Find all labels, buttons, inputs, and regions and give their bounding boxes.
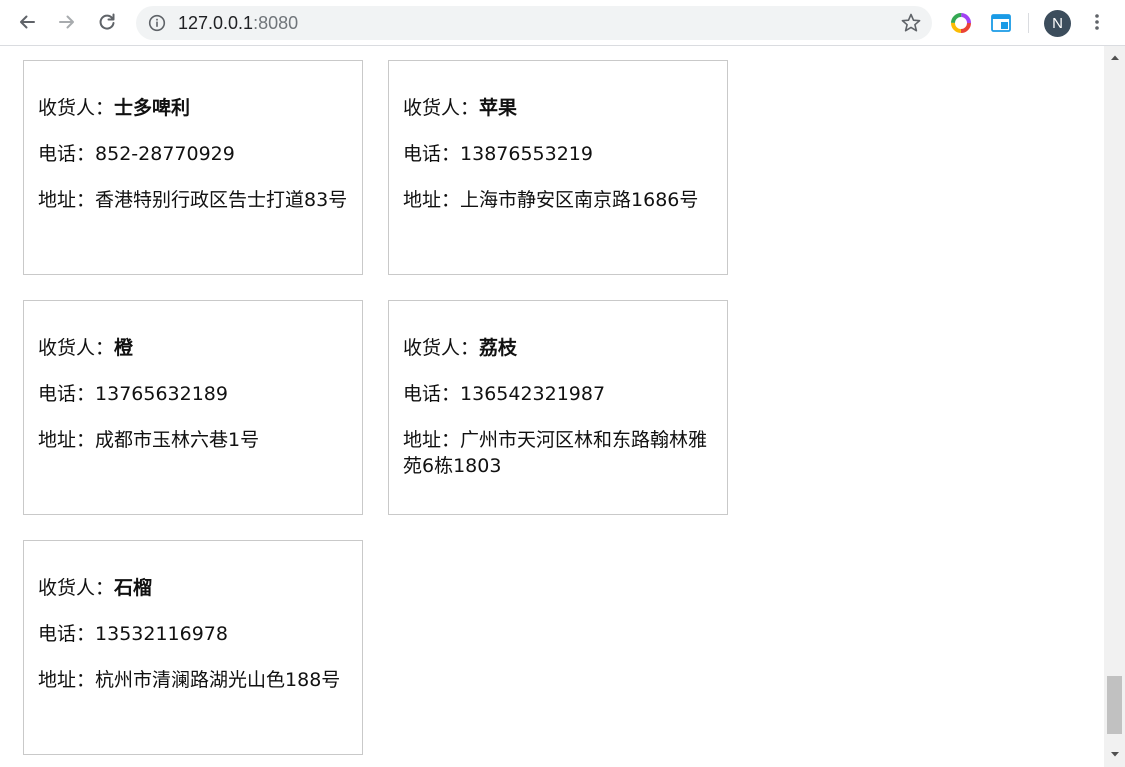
phone-row: 电话：13532116978	[38, 621, 348, 647]
address-card[interactable]: 收货人：石榴 电话：13532116978 地址：杭州市清澜路湖光山色188号	[23, 540, 363, 755]
vertical-dots-icon	[1095, 14, 1099, 30]
phone-value: 13532116978	[95, 623, 228, 645]
phone-value: 13876553219	[460, 143, 593, 165]
recipient-label: 收货人：	[403, 97, 480, 119]
address-value: 上海市静安区南京路1686号	[460, 189, 699, 211]
recipient-row: 收货人：橙	[38, 335, 348, 361]
address-row: 地址：上海市静安区南京路1686号	[403, 187, 713, 213]
address-label: 地址：	[38, 669, 96, 691]
colorful-ring-extension-icon[interactable]	[950, 12, 972, 34]
phone-row: 电话：136542321987	[403, 381, 713, 407]
address-bar[interactable]: 127.0.0.1:8080	[136, 6, 932, 40]
phone-value: 13765632189	[95, 383, 228, 405]
phone-label: 电话：	[38, 143, 96, 165]
forward-button[interactable]	[52, 7, 82, 37]
back-button[interactable]	[12, 7, 42, 37]
phone-row: 电话：13765632189	[38, 381, 348, 407]
arrow-left-icon	[20, 15, 35, 29]
info-icon[interactable]	[148, 14, 166, 32]
recipient-label: 收货人：	[38, 337, 115, 359]
recipient-label: 收货人：	[38, 577, 115, 599]
phone-row: 电话：852-28770929	[38, 141, 348, 167]
phone-row: 电话：13876553219	[403, 141, 713, 167]
address-row: 地址：成都市玉林六巷1号	[38, 427, 348, 453]
address-card[interactable]: 收货人：荔枝 电话：136542321987 地址：广州市天河区林和东路翰林雅苑…	[388, 300, 728, 515]
recipient-name: 苹果	[479, 97, 518, 119]
url-text[interactable]: 127.0.0.1:8080	[178, 6, 298, 40]
phone-value: 136542321987	[460, 383, 606, 405]
arrow-right-icon	[59, 15, 74, 29]
address-value: 杭州市清澜路湖光山色188号	[95, 669, 341, 691]
address-row: 地址：广州市天河区林和东路翰林雅苑6栋1803	[403, 427, 713, 479]
recipient-name: 橙	[114, 337, 134, 359]
address-card[interactable]: 收货人：橙 电话：13765632189 地址：成都市玉林六巷1号	[23, 300, 363, 515]
recipient-row: 收货人：石榴	[38, 575, 348, 601]
url-host: 127.0.0.1	[178, 13, 254, 33]
reload-icon	[99, 13, 115, 30]
recipient-row: 收货人：苹果	[403, 95, 713, 121]
star-icon[interactable]	[900, 12, 922, 34]
phone-label: 电话：	[403, 383, 461, 405]
address-card[interactable]: 收货人：苹果 电话：13876553219 地址：上海市静安区南京路1686号	[388, 60, 728, 275]
triangle-down-icon	[1110, 752, 1119, 757]
profile-avatar[interactable]: N	[1044, 10, 1071, 37]
recipient-name: 石榴	[114, 577, 153, 599]
phone-value: 852-28770929	[95, 143, 235, 165]
browser-toolbar: 127.0.0.1:8080 N	[0, 0, 1125, 46]
recipient-name: 士多啤利	[114, 97, 191, 119]
address-value: 香港特别行政区告士打道83号	[95, 189, 348, 211]
address-value: 成都市玉林六巷1号	[95, 429, 260, 451]
scroll-thumb[interactable]	[1107, 676, 1122, 734]
scroll-up-button[interactable]	[1104, 49, 1125, 66]
recipient-name: 荔枝	[479, 337, 518, 359]
address-label: 地址：	[403, 429, 461, 451]
recipient-label: 收货人：	[403, 337, 480, 359]
phone-label: 电话：	[38, 623, 96, 645]
address-row: 地址：杭州市清澜路湖光山色188号	[38, 667, 348, 693]
menu-button[interactable]	[1082, 7, 1112, 37]
recipient-row: 收货人：荔枝	[403, 335, 713, 361]
reload-button[interactable]	[92, 7, 122, 37]
triangle-up-icon	[1110, 55, 1119, 60]
scroll-down-button[interactable]	[1104, 746, 1125, 763]
toolbar-divider	[1028, 13, 1029, 33]
address-label: 地址：	[38, 429, 96, 451]
phone-label: 电话：	[38, 383, 96, 405]
page-content: 收货人：士多啤利 电话：852-28770929 地址：香港特别行政区告士打道8…	[0, 46, 1104, 767]
phone-label: 电话：	[403, 143, 461, 165]
recipient-row: 收货人：士多啤利	[38, 95, 348, 121]
address-row: 地址：香港特别行政区告士打道83号	[38, 187, 348, 213]
url-port: :8080	[253, 13, 299, 33]
vertical-scrollbar[interactable]	[1104, 46, 1125, 767]
recipient-label: 收货人：	[38, 97, 115, 119]
window-extension-icon[interactable]	[990, 12, 1012, 34]
address-card[interactable]: 收货人：士多啤利 电话：852-28770929 地址：香港特别行政区告士打道8…	[23, 60, 363, 275]
address-label: 地址：	[403, 189, 461, 211]
address-label: 地址：	[38, 189, 96, 211]
